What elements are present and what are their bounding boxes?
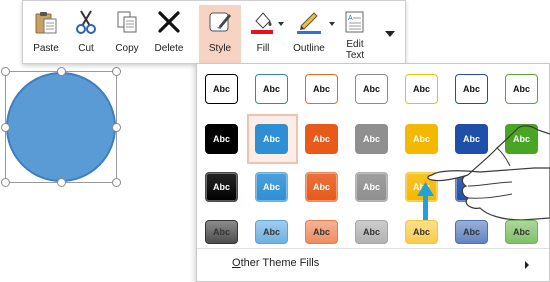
gallery-divider	[197, 248, 549, 249]
copy-button[interactable]: Copy	[109, 5, 145, 63]
fill-dropdown-arrow-icon[interactable]	[278, 22, 284, 26]
delete-button[interactable]: Delete	[149, 5, 189, 63]
paste-label: Paste	[33, 43, 59, 54]
style-tile-r4-c4[interactable]: Abc	[355, 220, 388, 244]
paint-bucket-icon	[251, 12, 273, 34]
resize-handle-top[interactable]	[57, 67, 66, 76]
svg-text:A: A	[348, 15, 353, 22]
outline-dropdown-arrow-icon[interactable]	[329, 22, 335, 26]
outline-button[interactable]: Outline	[287, 5, 331, 63]
style-tile-r3-c3[interactable]: Abc	[305, 172, 338, 202]
paste-icon	[35, 12, 57, 34]
other-theme-fills-label: Other Theme Fills	[232, 257, 320, 269]
outline-pen-icon	[297, 12, 321, 34]
paste-button[interactable]: Paste	[29, 5, 63, 63]
shape-style-icon	[209, 12, 231, 32]
style-label: Style	[208, 43, 232, 54]
circle-shape-fill[interactable]	[6, 72, 116, 182]
style-button[interactable]: Style	[199, 5, 241, 63]
style-tile-r2-c3[interactable]: Abc	[305, 124, 338, 154]
fill-button[interactable]: Fill	[245, 5, 281, 63]
touch-hand-icon	[417, 125, 550, 220]
fill-label: Fill	[256, 43, 270, 54]
submenu-arrow-icon	[525, 261, 529, 269]
style-tile-r2-c1[interactable]: Abc	[205, 124, 238, 154]
cut-button[interactable]: Cut	[69, 5, 103, 63]
style-tile-r2-c2[interactable]: Abc	[255, 124, 288, 154]
style-tile-r1-c3[interactable]: Abc	[305, 74, 338, 104]
delete-x-icon	[158, 11, 180, 33]
style-tile-r1-c5[interactable]: Abc	[405, 74, 438, 104]
edit-text-icon: A	[345, 11, 364, 33]
style-tile-r3-c4[interactable]: Abc	[355, 172, 388, 202]
outline-label: Outline	[293, 43, 325, 54]
delete-label: Delete	[154, 43, 184, 54]
mini-toolbar: Paste Cut Copy Delete Style Fill Outline…	[22, 0, 406, 64]
resize-handle-left[interactable]	[1, 123, 10, 132]
style-tile-r4-c3[interactable]: Abc	[305, 220, 338, 244]
scissors-icon	[76, 10, 96, 34]
resize-handle-bottom[interactable]	[57, 178, 66, 187]
style-tile-r1-c6[interactable]: Abc	[455, 74, 488, 104]
edit-text-button[interactable]: A Edit Text	[337, 5, 373, 63]
cut-label: Cut	[78, 43, 94, 54]
resize-handle-bottom-right[interactable]	[112, 178, 121, 187]
resize-handle-top-right[interactable]	[112, 67, 121, 76]
edit-text-label-line1: Edit	[346, 39, 364, 50]
style-tile-r3-c2[interactable]: Abc	[255, 172, 288, 202]
copy-label: Copy	[115, 43, 139, 54]
style-tile-r3-c1[interactable]: Abc	[205, 172, 238, 202]
other-theme-fills-menu-item[interactable]: Other Theme Fills	[197, 250, 549, 280]
style-tile-r1-c2[interactable]: Abc	[255, 74, 288, 104]
more-options-arrow-icon[interactable]	[385, 31, 395, 37]
resize-handle-bottom-left[interactable]	[1, 178, 10, 187]
style-tile-r1-c4[interactable]: Abc	[355, 74, 388, 104]
style-tile-r4-c5[interactable]: Abc	[405, 220, 438, 244]
style-tile-r4-c1[interactable]: Abc	[205, 220, 238, 244]
style-tile-r2-c4[interactable]: Abc	[355, 124, 388, 154]
resize-handle-right[interactable]	[112, 123, 121, 132]
style-tile-r1-c7[interactable]: Abc	[505, 74, 538, 104]
style-tile-r1-c1[interactable]: Abc	[205, 74, 238, 104]
style-tile-r4-c7[interactable]: Abc	[505, 220, 538, 244]
style-tile-r4-c6[interactable]: Abc	[455, 220, 488, 244]
resize-handle-top-left[interactable]	[1, 67, 10, 76]
style-tile-r4-c2[interactable]: Abc	[255, 220, 288, 244]
selected-circle-shape[interactable]	[1, 67, 121, 187]
edit-text-label-line2: Text	[345, 50, 365, 61]
copy-icon	[117, 11, 137, 33]
